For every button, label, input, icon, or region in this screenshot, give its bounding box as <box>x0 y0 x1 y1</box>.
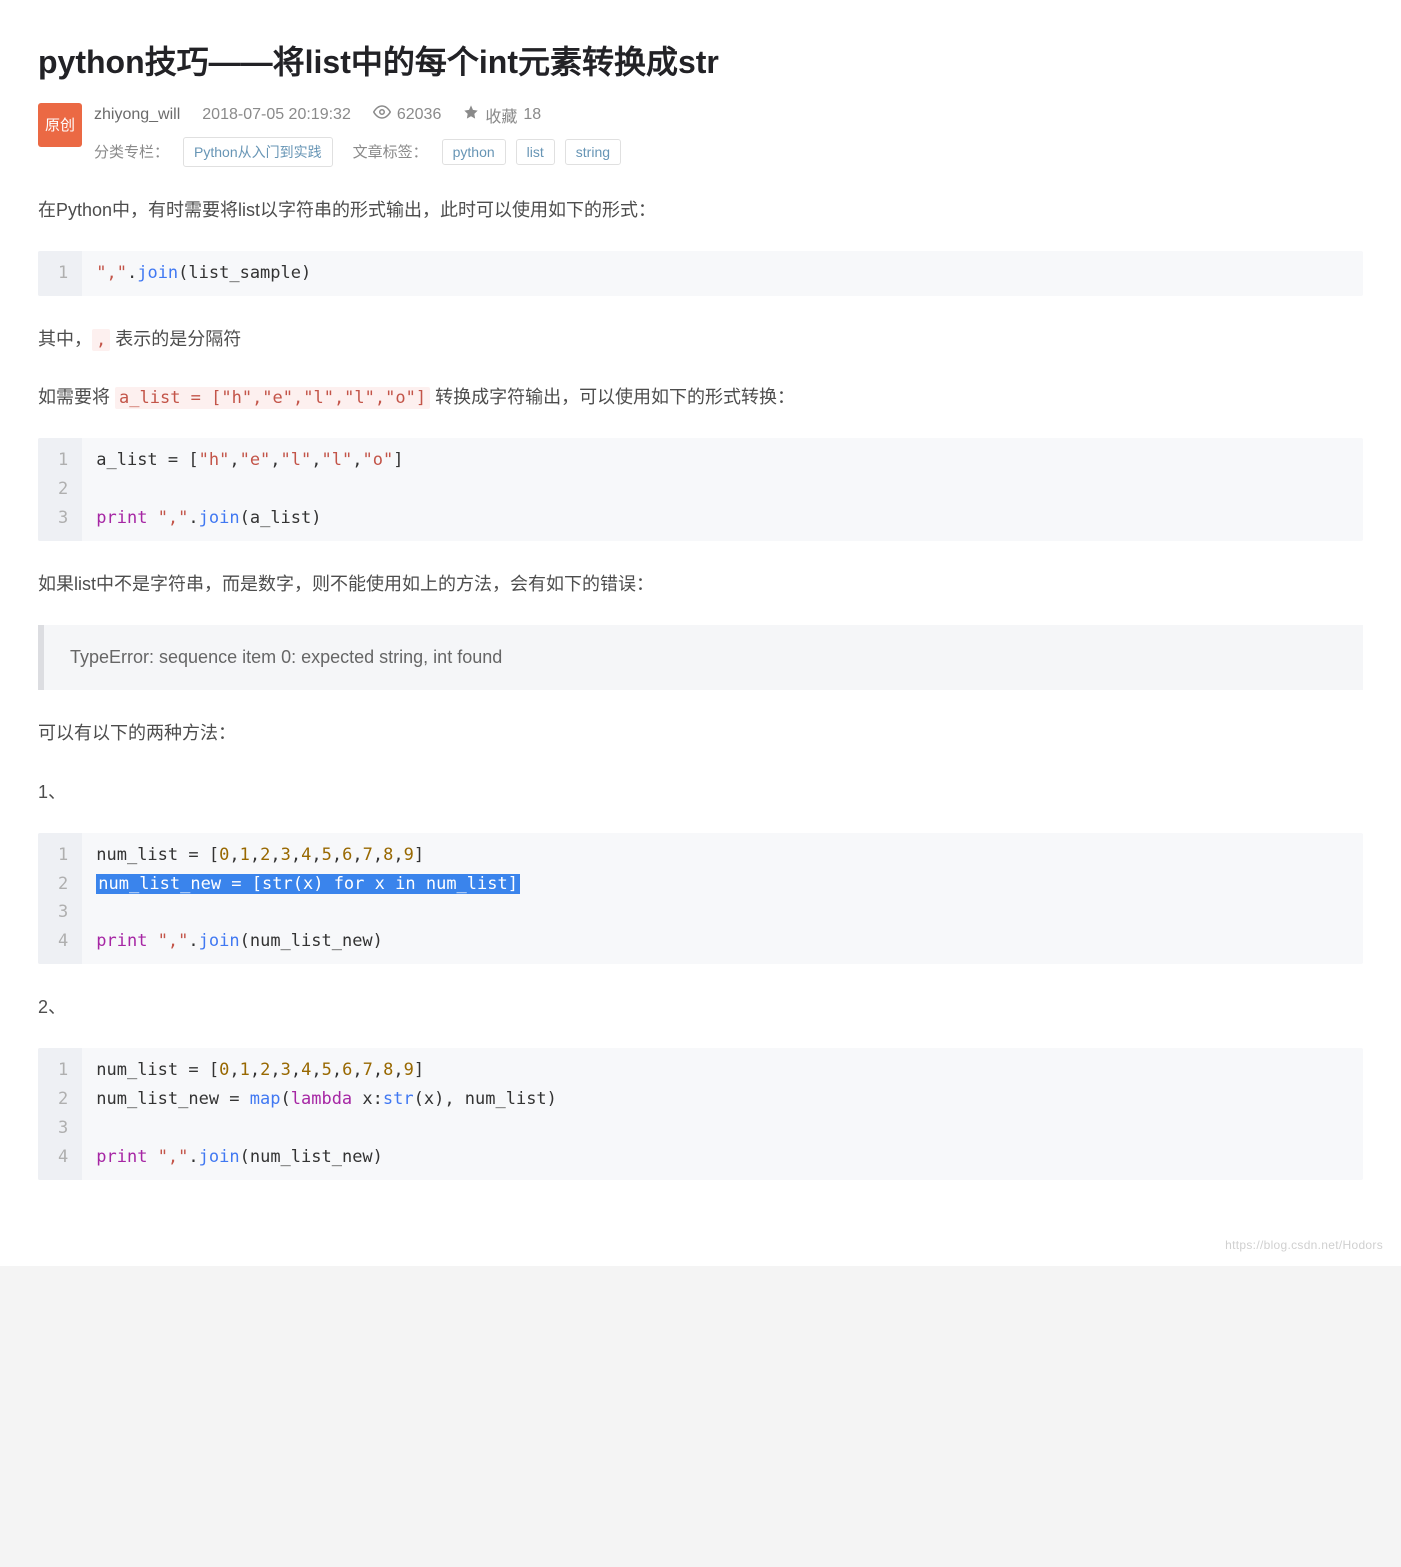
line-numbers: 1 2 3 4 <box>38 1048 82 1180</box>
category-label: 分类专栏： <box>94 141 169 162</box>
star-icon <box>463 104 479 125</box>
paragraph: 如需要将 a_list = ["h","e","l","l","o"] 转换成字… <box>38 380 1363 414</box>
tag-pill[interactable]: list <box>516 139 555 165</box>
watermark: https://blog.csdn.net/Hodors <box>1225 1238 1383 1252</box>
list-marker: 1、 <box>38 775 1363 809</box>
inline-code: a_list = ["h","e","l","l","o"] <box>115 387 430 409</box>
article-title: python技巧——将list中的每个int元素转换成str <box>38 40 1363 85</box>
article-body: 在Python中，有时需要将list以字符串的形式输出，此时可以使用如下的形式：… <box>38 193 1363 1180</box>
line-numbers: 1 <box>38 251 82 296</box>
favorites[interactable]: 收藏 18 <box>463 103 541 127</box>
timestamp: 2018-07-05 20:19:32 <box>202 106 351 124</box>
category-pill[interactable]: Python从入门到实践 <box>183 137 333 167</box>
eye-icon <box>373 103 391 126</box>
line-numbers: 1 2 3 4 <box>38 833 82 965</box>
code-body: num_list = [0,1,2,3,4,5,6,7,8,9] num_lis… <box>82 1048 571 1180</box>
inline-code: , <box>92 329 110 351</box>
code-block-3: 1 2 3 4 num_list = [0,1,2,3,4,5,6,7,8,9]… <box>38 833 1363 965</box>
original-badge: 原创 <box>38 103 82 147</box>
article-container: python技巧——将list中的每个int元素转换成str 原创 zhiyon… <box>0 0 1401 1266</box>
views-number: 62036 <box>397 106 442 124</box>
list-marker: 2、 <box>38 990 1363 1024</box>
paragraph: 如果list中不是字符串，而是数字，则不能使用如上的方法，会有如下的错误： <box>38 567 1363 601</box>
tag-pill[interactable]: python <box>442 139 506 165</box>
tag-pill[interactable]: string <box>565 139 621 165</box>
views-count: 62036 <box>373 103 442 126</box>
text: 如需要将 <box>38 387 115 407</box>
code-body: ",".join(list_sample) <box>82 251 325 296</box>
meta-block: 原创 zhiyong_will 2018-07-05 20:19:32 6203… <box>38 103 1363 167</box>
meta-row-1: zhiyong_will 2018-07-05 20:19:32 62036 收… <box>94 103 1363 127</box>
paragraph: 在Python中，有时需要将list以字符串的形式输出，此时可以使用如下的形式： <box>38 193 1363 227</box>
text: 转换成字符输出，可以使用如下的形式转换： <box>430 387 795 407</box>
meta-rows: zhiyong_will 2018-07-05 20:19:32 62036 收… <box>94 103 1363 167</box>
meta-row-2: 分类专栏： Python从入门到实践 文章标签： python list str… <box>94 137 1363 167</box>
code-body: num_list = [0,1,2,3,4,5,6,7,8,9] num_lis… <box>82 833 534 965</box>
code-block-2: 1 2 3 a_list = ["h","e","l","l","o"] pri… <box>38 438 1363 541</box>
favorites-label: 收藏 <box>485 103 517 127</box>
text: 表示的是分隔符 <box>110 329 241 349</box>
paragraph: 其中，, 表示的是分隔符 <box>38 322 1363 356</box>
error-quote: TypeError: sequence item 0: expected str… <box>38 625 1363 690</box>
author-link[interactable]: zhiyong_will <box>94 106 180 124</box>
code-block-4: 1 2 3 4 num_list = [0,1,2,3,4,5,6,7,8,9]… <box>38 1048 1363 1180</box>
favorites-count: 18 <box>523 106 541 124</box>
code-body: a_list = ["h","e","l","l","o"] print ","… <box>82 438 417 541</box>
code-block-1: 1 ",".join(list_sample) <box>38 251 1363 296</box>
tags-label: 文章标签： <box>353 141 428 162</box>
text: 其中， <box>38 329 92 349</box>
paragraph: 可以有以下的两种方法： <box>38 716 1363 750</box>
line-numbers: 1 2 3 <box>38 438 82 541</box>
